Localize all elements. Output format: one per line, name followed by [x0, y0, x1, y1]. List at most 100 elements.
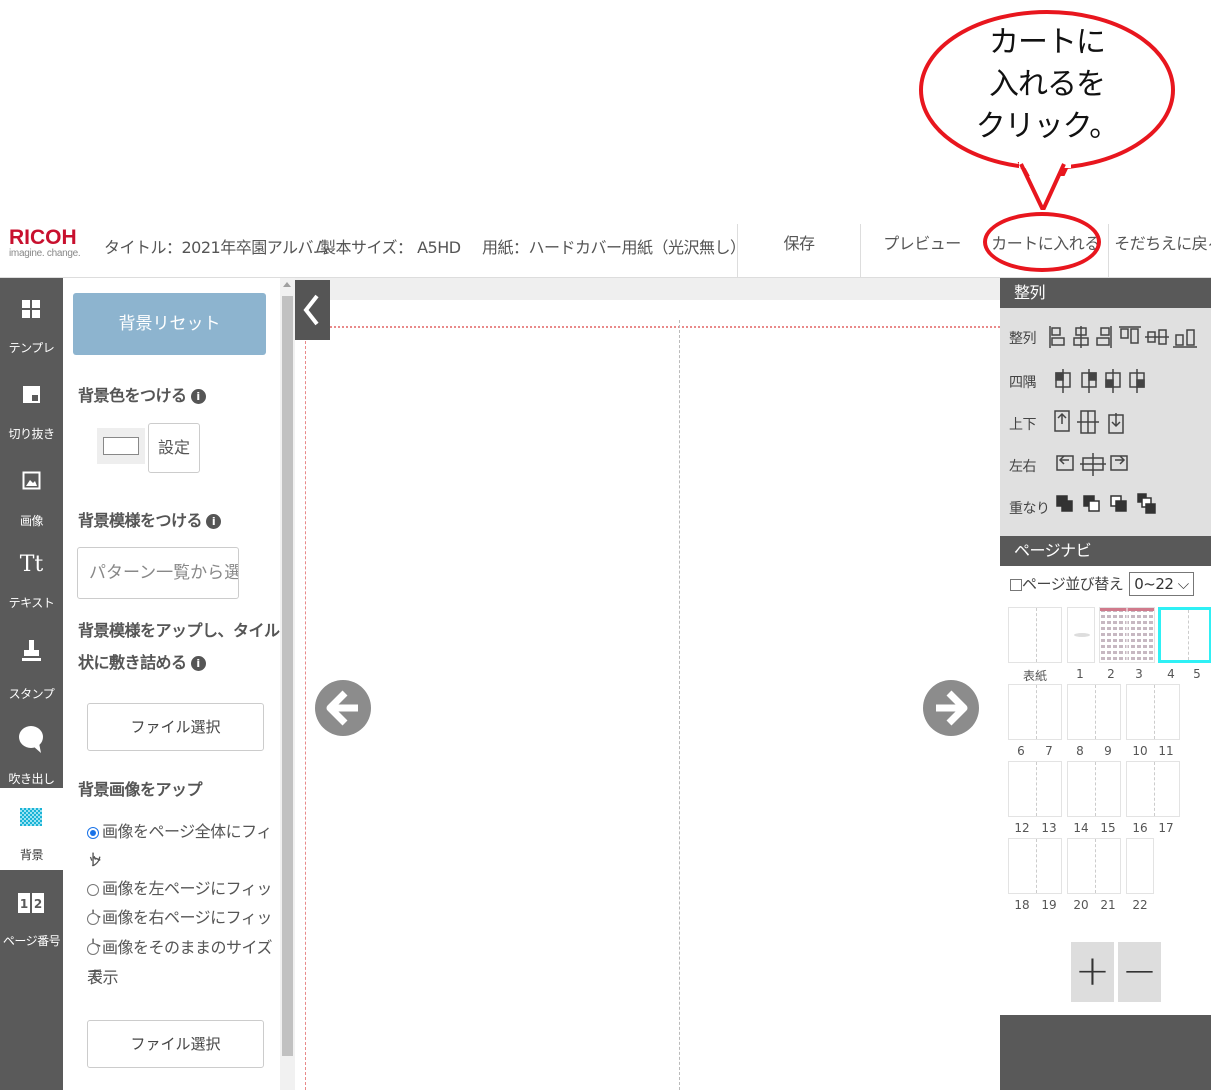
page-label: 4 — [1167, 667, 1175, 681]
album-title: タイトル：2021年卒園アルバム — [104, 238, 329, 257]
page-thumb-cover[interactable] — [1008, 607, 1062, 663]
background-pattern-title: 背景模様をつける i — [78, 507, 222, 531]
speech-bubble-icon — [19, 726, 43, 753]
add-page-button[interactable]: + — [1071, 942, 1114, 1002]
corner-top-left-icon[interactable] — [1055, 369, 1071, 393]
info-icon[interactable]: i — [206, 514, 222, 529]
canvas-toolbar — [295, 278, 1000, 300]
page-label: 7 — [1045, 744, 1053, 758]
logo-text: RICOH — [9, 226, 77, 249]
radio-button[interactable] — [87, 942, 99, 955]
info-icon[interactable]: i — [190, 389, 206, 404]
remove-page-button[interactable]: − — [1118, 942, 1161, 1002]
align-bottom-icon[interactable] — [1173, 329, 1197, 348]
horizontal-icons — [1056, 453, 1128, 476]
sidebar-item-background[interactable]: 背景 — [0, 788, 63, 870]
layer-icons — [1056, 493, 1156, 514]
bring-front-icon[interactable] — [1056, 495, 1073, 512]
page-label: 5 — [1193, 667, 1201, 681]
preview-button[interactable]: プレビュー — [860, 224, 983, 278]
page-sort-checkbox[interactable] — [1010, 579, 1022, 591]
color-preview — [103, 437, 139, 455]
radio-button[interactable] — [87, 912, 99, 925]
background-color-title: 背景色をつける i — [78, 382, 206, 406]
page-label: 3 — [1135, 667, 1143, 681]
page-range-select[interactable]: 0~22 ⌵ — [1129, 572, 1194, 596]
page-thumb-4-5-selected[interactable] — [1158, 607, 1211, 663]
image-file-select-button[interactable]: ファイル選択 — [87, 1020, 264, 1068]
sidebar-item-label: スタンプ — [8, 687, 55, 701]
page-thumb-14-15[interactable] — [1067, 761, 1121, 817]
page-thumb-8-9[interactable] — [1067, 684, 1121, 740]
radio-button[interactable] — [87, 826, 99, 839]
color-swatch[interactable] — [97, 428, 145, 464]
align-middle-icon[interactable] — [1145, 329, 1169, 345]
sidebar-item-label: 吹き出し — [8, 772, 55, 786]
corner-bottom-left-icon[interactable] — [1105, 369, 1121, 393]
back-to-sodachie-button[interactable]: そだちえに戻る — [1108, 224, 1211, 278]
next-page-arrow-icon[interactable] — [923, 680, 979, 736]
page-thumb-16-17[interactable] — [1126, 761, 1180, 817]
send-backward-icon[interactable] — [1110, 495, 1127, 512]
fit-option-original-line2: 表示 — [87, 968, 119, 987]
page-thumb-2-3[interactable] — [1099, 607, 1155, 663]
save-button[interactable]: 保存 — [737, 224, 860, 278]
page-thumb-content — [1074, 633, 1090, 637]
bleed-guide-top — [330, 326, 1000, 328]
sidebar-item-text[interactable]: Tt テキスト — [0, 544, 63, 630]
page-label: 2 — [1107, 667, 1115, 681]
binding-size: 製本サイズ： A5HD — [320, 238, 461, 257]
page-thumb-content — [1100, 608, 1154, 662]
page-label: 表紙 — [1022, 669, 1047, 683]
page-label: 11 — [1158, 744, 1174, 758]
page-thumb-20-21[interactable] — [1067, 838, 1121, 894]
align-center-icon[interactable] — [1073, 326, 1089, 348]
sidebar-item-stamp[interactable]: スタンプ — [0, 630, 63, 716]
page-label: 19 — [1041, 898, 1057, 912]
page-label: 14 — [1073, 821, 1089, 835]
sidebar-item-page-number[interactable]: 12 ページ番号 — [0, 880, 63, 966]
scroll-up-arrow-icon[interactable] — [283, 282, 291, 287]
sidebar-item-crop[interactable]: 切り抜き — [0, 372, 63, 458]
corner-bottom-right-icon[interactable] — [1129, 369, 1145, 393]
radio-button[interactable] — [87, 883, 99, 896]
align-right-icon[interactable] — [1096, 326, 1112, 348]
center-horizontal-icon[interactable] — [1080, 453, 1106, 476]
send-back-icon[interactable] — [1137, 493, 1156, 514]
text-icon: Tt — [19, 552, 44, 577]
pattern-select-input[interactable]: パターン一覧から選択 — [77, 547, 239, 599]
align-left-icon[interactable] — [1049, 326, 1065, 348]
sidebar-item-image[interactable]: 画像 — [0, 458, 63, 544]
tile-file-select-button[interactable]: ファイル選択 — [87, 703, 264, 751]
bubble-line: 入れるを — [989, 67, 1106, 102]
page-thumb-22[interactable] — [1126, 838, 1154, 894]
move-top-icon[interactable] — [1054, 410, 1070, 432]
bring-forward-icon[interactable] — [1083, 495, 1100, 512]
editor-canvas[interactable] — [295, 278, 1000, 1090]
page-thumb-18-19[interactable] — [1008, 838, 1062, 894]
prev-page-arrow-icon[interactable] — [315, 680, 371, 736]
move-left-icon[interactable] — [1056, 455, 1074, 471]
center-vertical-icon[interactable] — [1077, 410, 1099, 434]
page-thumb-6-7[interactable] — [1008, 684, 1062, 740]
background-reset-button[interactable]: 背景リセット — [73, 293, 266, 355]
page-thumb-10-11[interactable] — [1126, 684, 1180, 740]
page-thumb-12-13[interactable] — [1008, 761, 1062, 817]
page-label: 8 — [1076, 744, 1084, 758]
align-top-icon[interactable] — [1119, 326, 1141, 344]
scroll-thumb[interactable] — [282, 296, 293, 1056]
sidebar-item-label: テンプレ — [8, 341, 55, 355]
move-right-icon[interactable] — [1110, 455, 1128, 471]
layer-row-label: 重なり — [1009, 501, 1050, 517]
set-color-button[interactable]: 設定 — [148, 423, 200, 473]
info-icon[interactable]: i — [190, 656, 206, 671]
chevron-down-icon: ⌵ — [1177, 575, 1189, 593]
bubble-line: クリック。 — [975, 109, 1120, 144]
move-bottom-icon[interactable] — [1108, 413, 1124, 434]
fit-option-full[interactable]: 画像をページ全体にフィッ — [87, 818, 280, 874]
sidebar-item-template[interactable]: テンプレ — [0, 286, 63, 372]
panel-scrollbar[interactable] — [280, 278, 295, 1090]
corner-top-right-icon[interactable] — [1081, 369, 1097, 393]
collapse-panel-button[interactable] — [295, 280, 330, 340]
page-thumb-1[interactable] — [1067, 607, 1095, 663]
